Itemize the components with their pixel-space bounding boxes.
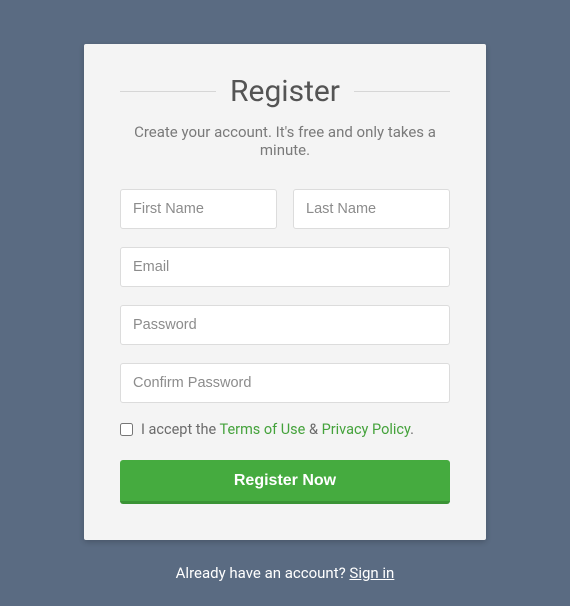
signin-link[interactable]: Sign in [349,564,394,582]
password-input[interactable] [120,305,450,345]
header-row: Register [120,74,450,109]
subtitle: Create your account. It's free and only … [120,123,450,159]
page-title: Register [230,74,340,109]
accept-text: I accept the Terms of Use & Privacy Poli… [141,421,414,438]
first-name-input[interactable] [120,189,277,229]
password-wrap [120,305,450,345]
register-card: Register Create your account. It's free … [84,44,486,540]
header-line-left [120,91,216,92]
accept-prefix: I accept the [141,421,220,438]
email-wrap [120,247,450,287]
register-button[interactable]: Register Now [120,460,450,504]
email-input[interactable] [120,247,450,287]
name-row [120,189,450,229]
accept-separator: & [305,421,321,438]
accept-suffix: . [410,421,414,438]
terms-link[interactable]: Terms of Use [220,421,306,438]
footer-prompt: Already have an account? [176,564,350,582]
accept-checkbox[interactable] [120,423,133,436]
confirm-password-input[interactable] [120,363,450,403]
header-line-right [354,91,450,92]
confirm-password-wrap [120,363,450,403]
footer: Already have an account? Sign in [176,564,395,582]
accept-row: I accept the Terms of Use & Privacy Poli… [120,421,450,438]
privacy-link[interactable]: Privacy Policy [322,421,411,438]
last-name-input[interactable] [293,189,450,229]
